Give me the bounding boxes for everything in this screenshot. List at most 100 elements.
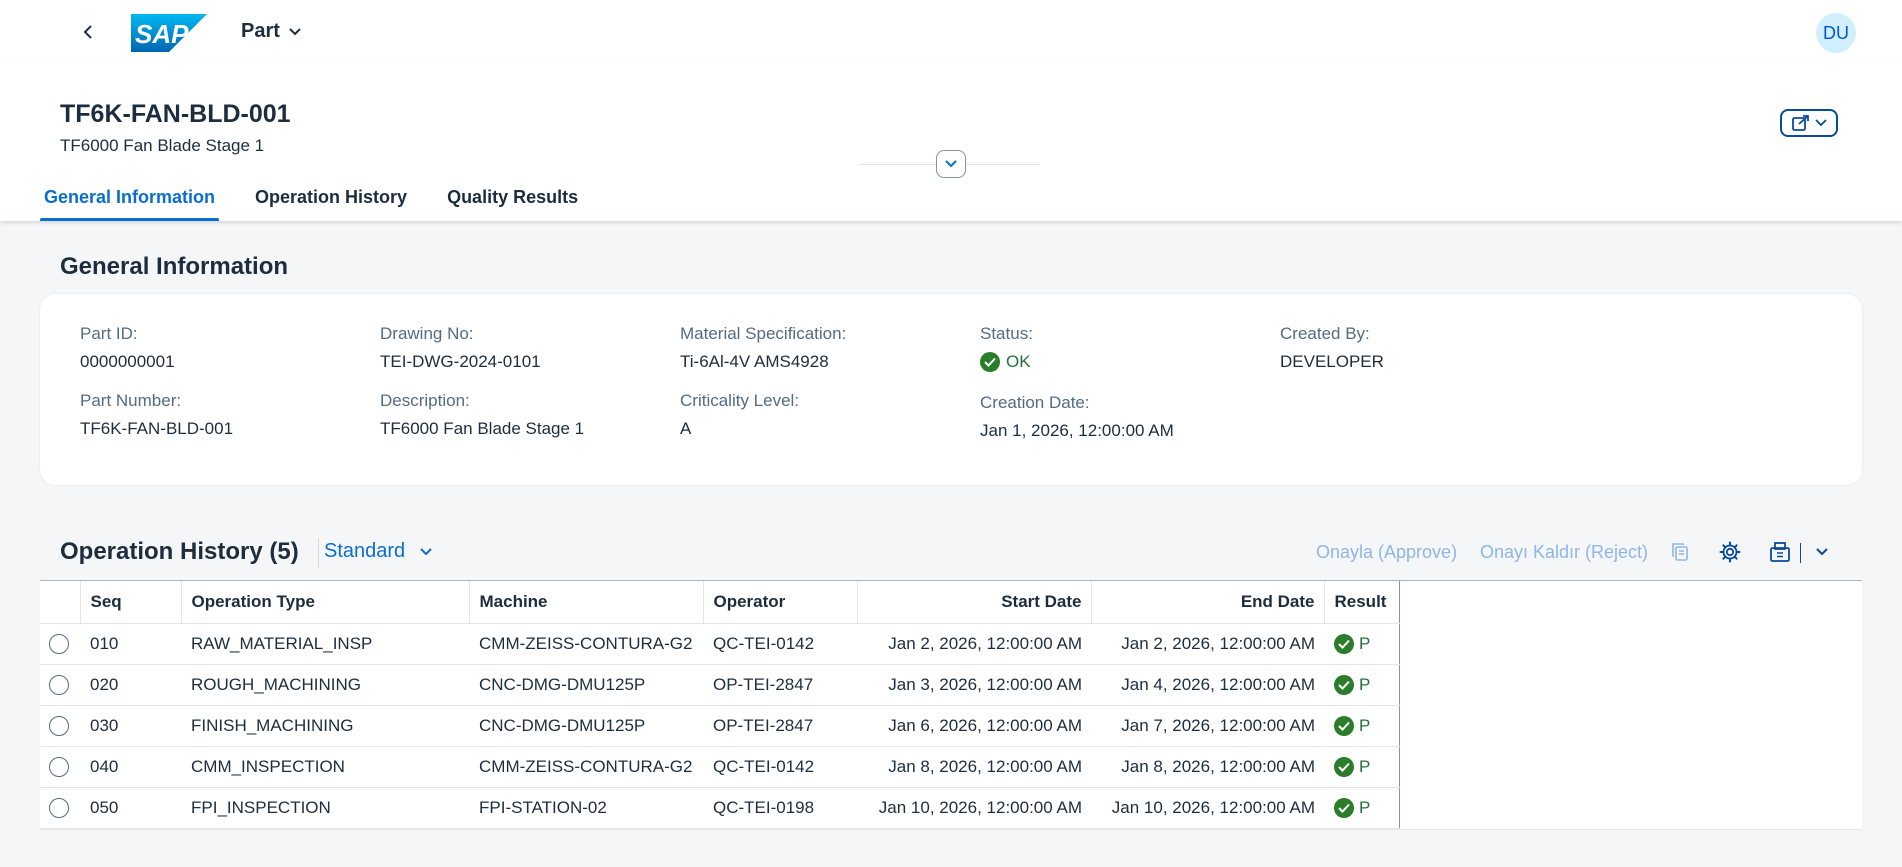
column-header-operator[interactable]: Operator [703, 581, 858, 624]
field-label: Creation Date: [980, 393, 1090, 412]
copy-icon [1672, 543, 1688, 561]
copy-button[interactable] [1666, 538, 1694, 566]
cell-operation-type: RAW_MATERIAL_INSP [181, 623, 469, 665]
cell-start-date: Jan 3, 2026, 12:00:00 AM [857, 664, 1091, 706]
avatar[interactable]: DU [1816, 13, 1856, 53]
status-value: OK [980, 352, 1033, 372]
chevron-down-icon [1816, 548, 1828, 556]
cell-start-date: Jan 2, 2026, 12:00:00 AM [857, 623, 1091, 665]
cell-end-date: Jan 4, 2026, 12:00:00 AM [1091, 664, 1324, 706]
page-subtitle: TF6000 Fan Blade Stage 1 [60, 136, 265, 155]
table-header-row: Seq Operation Type Machine Operator Star… [40, 581, 1400, 624]
field-value: A [680, 419, 692, 438]
tab-operation-history[interactable]: Operation History [251, 182, 411, 221]
field-label: Part Number: [80, 391, 182, 410]
cell-machine: CNC-DMG-DMU125P [469, 664, 703, 706]
share-button[interactable] [1780, 109, 1838, 137]
field-part-id: Part ID: 0000000001 [80, 324, 175, 372]
field-value: TEI-DWG-2024-0101 [380, 352, 541, 371]
cell-seq: 020 [80, 664, 181, 706]
cell-operation-type: FINISH_MACHINING [181, 705, 469, 747]
cell-end-date: Jan 2, 2026, 12:00:00 AM [1091, 623, 1324, 665]
cell-operator: OP-TEI-2847 [703, 664, 857, 706]
general-information-card: Part ID: 0000000001 Part Number: TF6K-FA… [40, 294, 1862, 485]
chevron-left-icon [83, 25, 92, 39]
reject-button[interactable]: Onayı Kaldır (Reject) [1480, 542, 1648, 563]
settings-button[interactable] [1716, 538, 1744, 566]
row-select-radio[interactable] [49, 757, 69, 778]
back-button[interactable] [72, 16, 104, 48]
shell-bar: SAP Part DU [0, 0, 1902, 64]
cell-seq: 010 [80, 623, 181, 665]
row-select-radio[interactable] [49, 675, 69, 696]
result-text: P [1359, 675, 1371, 694]
variant-management[interactable]: Standard [324, 540, 433, 563]
table-row[interactable]: 010 RAW_MATERIAL_INSP CMM-ZEISS-CONTURA-… [40, 623, 1400, 665]
table: Seq Operation Type Machine Operator Star… [40, 581, 1400, 829]
cell-seq: 040 [80, 746, 181, 788]
variant-label: Standard [324, 540, 406, 562]
row-select-radio[interactable] [49, 798, 69, 819]
field-part-number: Part Number: TF6K-FAN-BLD-001 [80, 391, 233, 439]
export-menu-button[interactable] [1808, 538, 1836, 566]
field-value: TF6K-FAN-BLD-001 [80, 419, 234, 438]
cell-result: P [1324, 705, 1400, 747]
column-header-operation-type[interactable]: Operation Type [181, 581, 470, 624]
result-text: P [1359, 634, 1371, 653]
cell-end-date: Jan 10, 2026, 12:00:00 AM [1091, 787, 1324, 829]
export-separator [1800, 543, 1801, 563]
operation-history-toolbar: Operation History (5) Standard Onayla (A… [40, 532, 1862, 574]
tab-general-information[interactable]: General Information [40, 182, 220, 221]
field-label: Part ID: [80, 324, 138, 343]
column-header-machine[interactable]: Machine [469, 581, 704, 624]
app-title-menu[interactable]: Part [241, 20, 302, 43]
chevron-down-icon [945, 160, 957, 168]
operation-history-title: Operation History (5) [60, 538, 299, 565]
cell-seq: 050 [80, 787, 181, 829]
collapse-header-button[interactable] [936, 150, 966, 178]
row-select-radio[interactable] [49, 716, 69, 737]
field-label: Criticality Level: [680, 391, 800, 410]
export-button[interactable] [1766, 538, 1794, 566]
column-header-end-date[interactable]: End Date [1091, 581, 1325, 624]
field-value: TF6000 Fan Blade Stage 1 [380, 419, 585, 438]
sap-logo[interactable]: SAP [131, 14, 207, 57]
row-select-radio[interactable] [49, 634, 69, 655]
cell-operation-type: FPI_INSPECTION [181, 787, 469, 829]
status-text: OK [1006, 352, 1031, 371]
table-row[interactable]: 050 FPI_INSPECTION FPI-STATION-02 QC-TEI… [40, 787, 1400, 829]
cell-operator: QC-TEI-0142 [703, 623, 857, 665]
cell-operation-type: CMM_INSPECTION [181, 746, 469, 788]
table-row[interactable]: 020 ROUGH_MACHINING CNC-DMG-DMU125P OP-T… [40, 664, 1400, 706]
tab-bar: General Information Operation History Qu… [40, 182, 614, 221]
cell-operator: QC-TEI-0142 [703, 746, 857, 788]
cell-machine: FPI-STATION-02 [469, 787, 703, 829]
field-label: Description: [380, 391, 470, 410]
tab-quality-results[interactable]: Quality Results [443, 182, 582, 221]
cell-machine: CMM-ZEISS-CONTURA-G2 [469, 746, 703, 788]
column-header-start-date[interactable]: Start Date [857, 581, 1092, 624]
check-circle-icon [980, 352, 1000, 372]
field-creation-date: Creation Date: Jan 1, 2026, 12:00:00 AM [980, 393, 1174, 441]
check-circle-icon [1334, 675, 1354, 695]
export-icon [1770, 542, 1790, 562]
table-row[interactable]: 030 FINISH_MACHINING CNC-DMG-DMU125P OP-… [40, 705, 1400, 747]
table-row[interactable]: 040 CMM_INSPECTION CMM-ZEISS-CONTURA-G2 … [40, 746, 1400, 788]
select-column-header [40, 581, 81, 624]
cell-operation-type: ROUGH_MACHINING [181, 664, 469, 706]
chevron-down-icon [289, 27, 301, 35]
cell-operator: OP-TEI-2847 [703, 705, 857, 747]
check-circle-icon [1334, 757, 1354, 777]
field-value: DEVELOPER [1280, 352, 1384, 371]
column-header-seq[interactable]: Seq [80, 581, 182, 624]
general-information-title: General Information [60, 253, 289, 280]
approve-button[interactable]: Onayla (Approve) [1316, 542, 1457, 563]
chevron-down-icon [420, 547, 432, 555]
field-label: Material Specification: [680, 324, 847, 343]
avatar-initials: DU [1823, 22, 1849, 43]
check-circle-icon [1334, 634, 1354, 654]
cell-end-date: Jan 7, 2026, 12:00:00 AM [1091, 705, 1324, 747]
column-header-result[interactable]: Result [1324, 581, 1400, 624]
cell-machine: CMM-ZEISS-CONTURA-G2 [469, 623, 703, 665]
cell-operator: QC-TEI-0198 [703, 787, 857, 829]
